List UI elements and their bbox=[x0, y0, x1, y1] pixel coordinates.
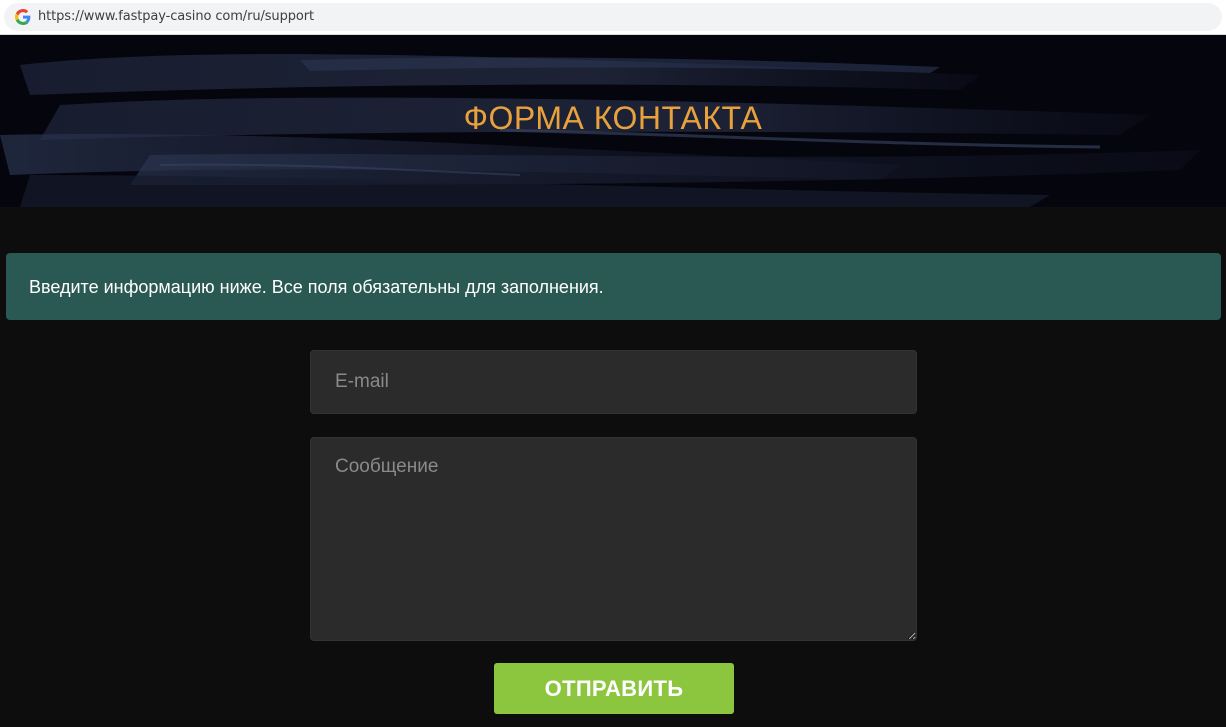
google-g-icon bbox=[15, 9, 31, 25]
page-title: ФОРМА КОНТАКТА bbox=[463, 100, 763, 136]
url-text: https://www.fastpay-casino com/ru/suppor… bbox=[38, 9, 314, 24]
email-field[interactable] bbox=[310, 350, 917, 414]
message-textarea[interactable] bbox=[310, 437, 917, 641]
browser-address-bar: https://www.fastpay-casino com/ru/suppor… bbox=[0, 0, 1226, 35]
notice-text: Введите информацию ниже. Все поля обязат… bbox=[29, 277, 604, 297]
submit-button[interactable]: ОТПРАВИТЬ bbox=[494, 663, 734, 714]
hero-banner: ФОРМА КОНТАКТА bbox=[0, 35, 1226, 207]
info-notice: Введите информацию ниже. Все поля обязат… bbox=[6, 253, 1221, 320]
url-bar[interactable]: https://www.fastpay-casino com/ru/suppor… bbox=[4, 3, 1222, 31]
